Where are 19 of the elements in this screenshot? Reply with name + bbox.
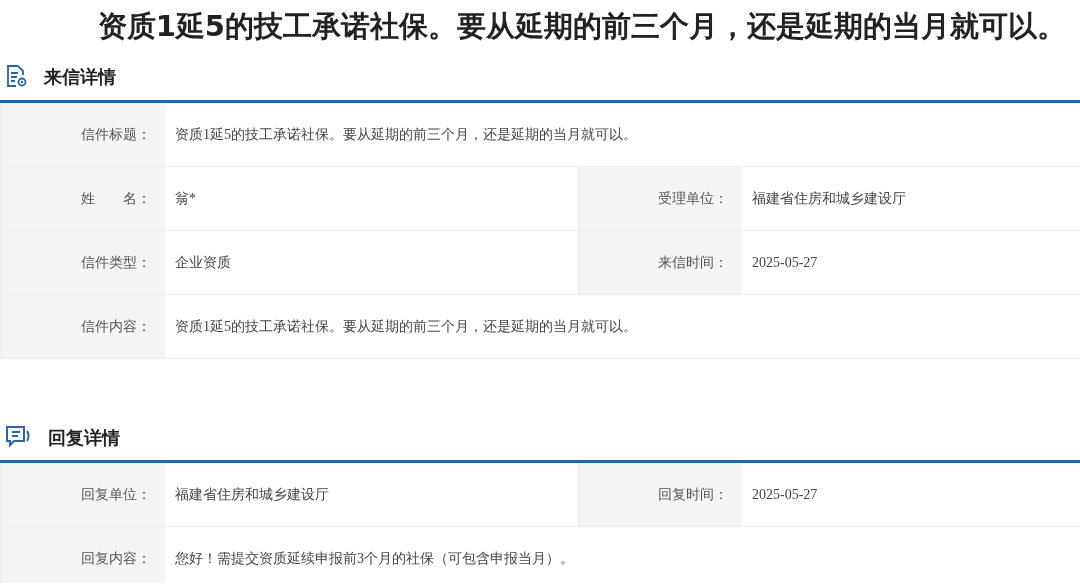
field-label: 信件内容： — [0, 295, 165, 359]
field-label: 信件类型： — [0, 231, 165, 295]
field-label: 回复时间： — [578, 463, 742, 527]
field-value: 福建省住房和城乡建设厅 — [742, 167, 1080, 231]
field-label: 来信时间： — [578, 231, 742, 295]
field-value: 资质1延5的技工承诺社保。要从延期的前三个月，还是延期的当月就可以。 — [165, 295, 1080, 359]
field-value: 2025-05-27 — [742, 231, 1080, 295]
field-label: 回复内容： — [0, 527, 165, 583]
document-icon — [4, 64, 28, 88]
page-headline: 资质1延5的技工承诺社保。要从延期的前三个月，还是延期的当月就可以。 — [96, 8, 1067, 45]
section-title: 回复详情 — [48, 425, 120, 450]
chat-icon — [4, 424, 32, 450]
field-label: 受理单位： — [578, 167, 742, 231]
field-label: 姓 名： — [0, 167, 165, 231]
field-value: 您好！需提交资质延续申报前3个月的社保（可包含申报当月）。 — [165, 527, 1080, 583]
section-title: 来信详情 — [44, 64, 116, 89]
field-label: 回复单位： — [0, 463, 165, 527]
field-value: 2025-05-27 — [742, 463, 1080, 527]
field-label: 信件标题： — [0, 103, 165, 167]
